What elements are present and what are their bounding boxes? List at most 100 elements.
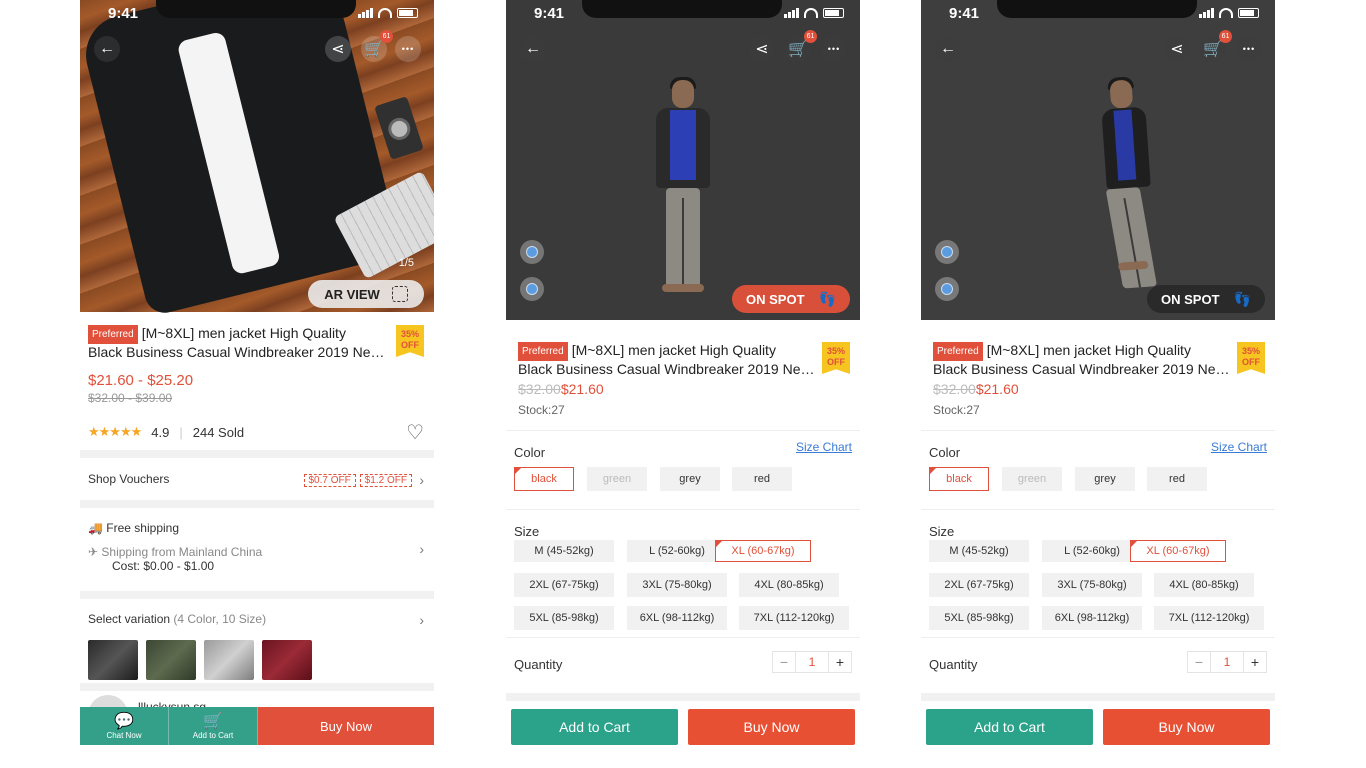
color-chip-red[interactable]: red: [1147, 467, 1207, 491]
color-chip-grey[interactable]: grey: [660, 467, 720, 491]
ar-view-button[interactable]: AR VIEW: [308, 280, 424, 308]
size-chip-7xl[interactable]: 7XL (112-120kg): [739, 606, 849, 630]
size-chip-7xl[interactable]: 7XL (112-120kg): [1154, 606, 1264, 630]
quantity-label: Quantity: [929, 657, 978, 672]
more-icon[interactable]: •••: [395, 36, 421, 62]
chevron-right-icon: ›: [419, 612, 424, 628]
color-chip-red[interactable]: red: [732, 467, 792, 491]
battery-icon: [823, 8, 844, 18]
add-to-cart-button[interactable]: Add to Cart: [926, 709, 1093, 745]
heart-icon[interactable]: ♡: [406, 420, 424, 445]
title-line-2: Black Business Casual Windbreaker 2019 N…: [88, 344, 388, 360]
buy-now-button[interactable]: Buy Now: [258, 707, 434, 745]
size-chip-3xl[interactable]: 3XL (75-80kg): [627, 573, 727, 597]
size-chip-xl[interactable]: XL (60-67kg): [1130, 540, 1226, 562]
battery-icon: [1238, 8, 1259, 18]
size-chart-link[interactable]: Size Chart: [1211, 440, 1267, 454]
size-chip-6xl[interactable]: 6XL (98-112kg): [1042, 606, 1142, 630]
title-line-1: [M~8XL] men jacket High Quality: [571, 342, 776, 358]
product-screen-ar-side: ON SPOT 👣 9:41 ← ⋖ 🛒 61 ••• Preferred [M~8X…: [921, 0, 1275, 768]
select-variation-row[interactable]: Select variation (4 Color, 10 Size) ›: [88, 612, 424, 628]
variation-thumb-grey[interactable]: [204, 640, 254, 680]
color-chip-green[interactable]: green: [587, 467, 647, 491]
size-chip-6xl[interactable]: 6XL (98-112kg): [627, 606, 727, 630]
shipping-cost: Cost: $0.00 - $1.00: [112, 559, 215, 573]
footprints-icon: 👣: [1233, 290, 1251, 307]
share-icon[interactable]: ⋖: [325, 36, 351, 62]
size-chip-l[interactable]: L (52-60kg): [1042, 540, 1142, 562]
search-icon[interactable]: [520, 277, 544, 301]
variation-thumb-black[interactable]: [88, 640, 138, 680]
color-chip-green[interactable]: green: [1002, 467, 1062, 491]
cart-icon[interactable]: 🛒 61: [1200, 30, 1232, 62]
size-chip-4xl[interactable]: 4XL (80-85kg): [739, 573, 839, 597]
battery-icon: [397, 8, 418, 18]
buy-now-button[interactable]: Buy Now: [688, 709, 855, 745]
color-chip-grey[interactable]: grey: [1075, 467, 1135, 491]
old-price: $32.00: [933, 381, 976, 397]
color-chip-black[interactable]: black: [929, 467, 989, 491]
color-chip-black[interactable]: black: [514, 467, 574, 491]
signal-icon: [784, 8, 799, 18]
search-icon[interactable]: [935, 277, 959, 301]
variation-thumb-red[interactable]: [262, 640, 312, 680]
quantity-minus-button[interactable]: −: [1188, 652, 1210, 672]
size-chip-4xl[interactable]: 4XL (80-85kg): [1154, 573, 1254, 597]
rotate-icon[interactable]: [935, 240, 959, 264]
shipping-row[interactable]: 🚚 Free shipping ✈ Shipping from Mainland…: [88, 521, 424, 573]
price: $21.60: [975, 381, 1019, 397]
size-chip-xl[interactable]: XL (60-67kg): [715, 540, 811, 562]
quantity-plus-button[interactable]: +: [829, 652, 851, 672]
chat-icon: 💬: [114, 712, 134, 730]
size-chip-2xl[interactable]: 2XL (67-75kg): [514, 573, 614, 597]
chat-now-button[interactable]: 💬 Chat Now: [80, 707, 169, 745]
shop-vouchers-row[interactable]: Shop Vouchers $0.7 OFF $1.2 OFF ›: [88, 472, 424, 488]
back-arrow-icon[interactable]: ←: [94, 36, 120, 62]
cart-icon[interactable]: 🛒 61: [361, 30, 393, 62]
size-chart-link[interactable]: Size Chart: [796, 440, 852, 454]
on-spot-button[interactable]: ON SPOT 👣: [1147, 285, 1265, 313]
variation-thumb-green[interactable]: [146, 640, 196, 680]
variation-thumbnails: [88, 640, 312, 680]
add-to-cart-small-button[interactable]: 🛒 Add to Cart: [169, 707, 258, 745]
quantity-minus-button[interactable]: −: [773, 652, 795, 672]
more-icon[interactable]: •••: [821, 36, 847, 62]
back-arrow-icon[interactable]: ←: [520, 36, 546, 62]
chat-now-label: Chat Now: [106, 730, 142, 740]
status-time: 9:41: [108, 5, 139, 22]
share-icon[interactable]: ⋖: [749, 36, 775, 62]
size-chip-3xl[interactable]: 3XL (75-80kg): [1042, 573, 1142, 597]
avatar-model-front: [652, 77, 712, 300]
rotate-icon[interactable]: [520, 240, 544, 264]
back-arrow-icon[interactable]: ←: [935, 36, 961, 62]
quantity-plus-button[interactable]: +: [1244, 652, 1266, 672]
voucher-1[interactable]: $0.7 OFF: [303, 474, 356, 487]
size-chip-m[interactable]: M (45-52kg): [514, 540, 614, 562]
add-to-cart-button[interactable]: Add to Cart: [511, 709, 678, 745]
quantity-label: Quantity: [514, 657, 563, 672]
preferred-badge: Preferred: [933, 342, 983, 361]
size-chip-l[interactable]: L (52-60kg): [627, 540, 727, 562]
size-chip-5xl[interactable]: 5XL (85-98kg): [929, 606, 1029, 630]
free-shipping: Free shipping: [106, 521, 180, 535]
share-icon[interactable]: ⋖: [1164, 36, 1190, 62]
product-screen-listing: 1/5 AR VIEW 9:41 ← ⋖ 🛒 61 ••• Preferred [M…: [80, 0, 434, 768]
on-spot-label: ON SPOT: [746, 291, 805, 307]
color-label: Color: [929, 445, 961, 460]
jacket-photo: [80, 0, 403, 317]
buy-now-button[interactable]: Buy Now: [1103, 709, 1270, 745]
quantity-value[interactable]: 1: [1210, 652, 1244, 672]
on-spot-button[interactable]: ON SPOT 👣: [732, 285, 850, 313]
status-time: 9:41: [949, 5, 980, 22]
voucher-2[interactable]: $1.2 OFF: [359, 474, 412, 487]
size-chip-m[interactable]: M (45-52kg): [929, 540, 1029, 562]
cart-icon[interactable]: 🛒 61: [785, 30, 817, 62]
status-bar: 9:41: [80, 0, 434, 28]
quantity-value[interactable]: 1: [795, 652, 829, 672]
size-chip-2xl[interactable]: 2XL (67-75kg): [929, 573, 1029, 597]
discount-off: OFF: [401, 340, 419, 350]
size-chip-5xl[interactable]: 5XL (85-98kg): [514, 606, 614, 630]
signal-icon: [1199, 8, 1214, 18]
more-icon[interactable]: •••: [1236, 36, 1262, 62]
price-row: $32.00$21.60: [933, 381, 1019, 397]
